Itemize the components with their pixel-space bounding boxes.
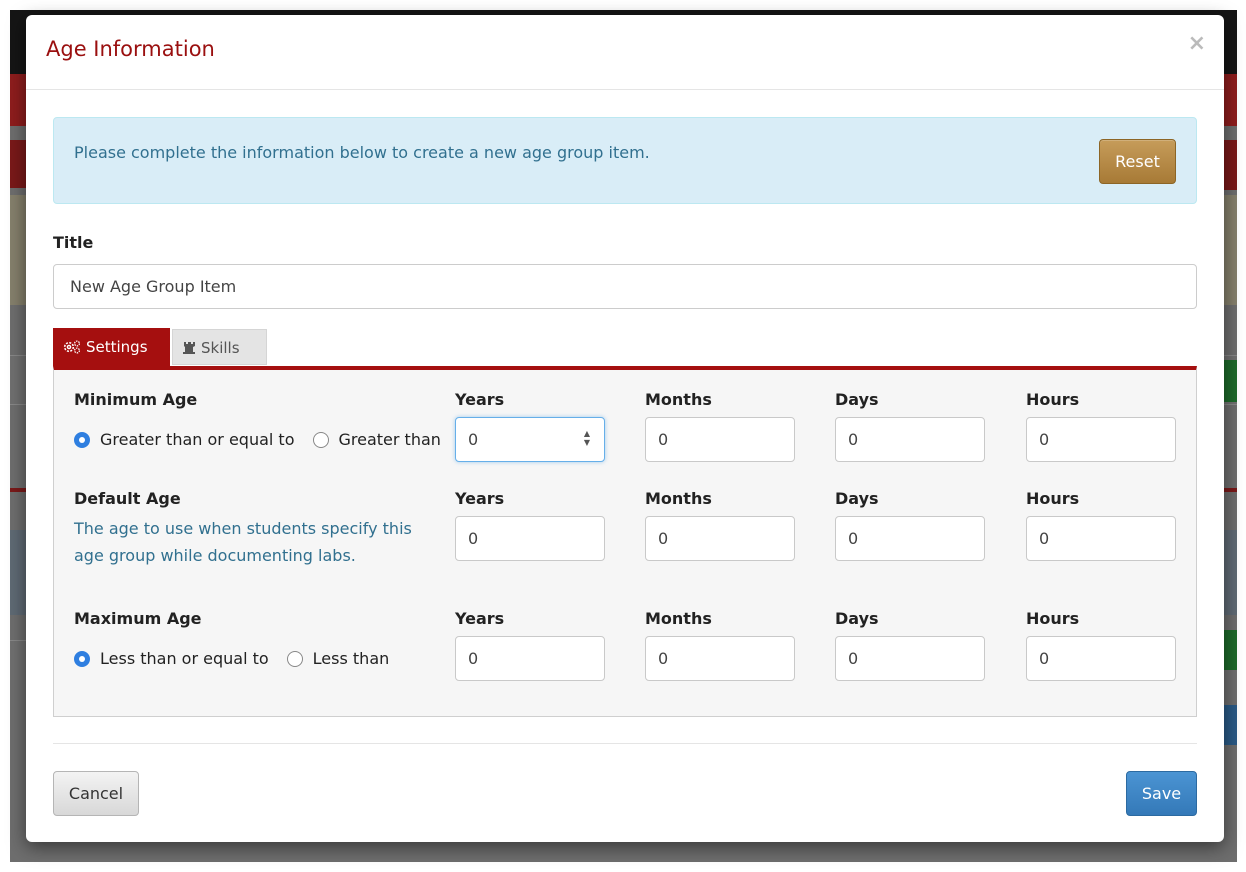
minimum-years-wrapper: ▲▼ <box>455 417 605 462</box>
maximum-days-input[interactable] <box>835 636 985 681</box>
minimum-days-input[interactable] <box>835 417 985 462</box>
minimum-age-options: Greater than or equal to Greater than <box>74 430 459 449</box>
reset-button[interactable]: Reset <box>1099 139 1176 184</box>
alert-text: Please complete the information below to… <box>74 143 650 162</box>
chess-rook-icon <box>183 331 196 367</box>
days-label: Days <box>835 609 879 628</box>
radio-greater-than[interactable] <box>312 431 329 448</box>
tab-settings[interactable]: Settings <box>53 328 170 366</box>
default-hours-input[interactable] <box>1026 516 1176 561</box>
default-age-label: Default Age <box>74 489 181 508</box>
spinner-arrows-icon[interactable]: ▲ ▼ <box>579 429 595 449</box>
default-years-input[interactable] <box>455 516 605 561</box>
settings-panel: Minimum Age Years Months Days Hours Grea… <box>53 366 1197 717</box>
years-label: Years <box>455 489 505 508</box>
radio-greater-than-or-equal[interactable] <box>74 431 90 448</box>
minimum-hours-input[interactable] <box>1026 417 1176 462</box>
age-information-modal: Age Information × Please complete the in… <box>26 15 1224 842</box>
maximum-age-options: Less than or equal to Less than <box>74 649 407 668</box>
maximum-years-input[interactable] <box>455 636 605 681</box>
gears-icon <box>63 329 81 367</box>
maximum-hours-input[interactable] <box>1026 636 1176 681</box>
modal-title: Age Information <box>46 37 215 61</box>
radio-less-than-or-equal[interactable] <box>74 650 90 667</box>
close-icon[interactable]: × <box>1188 33 1206 55</box>
days-label: Days <box>835 489 879 508</box>
title-input[interactable] <box>53 264 1197 309</box>
cancel-button[interactable]: Cancel <box>53 771 139 816</box>
maximum-months-input[interactable] <box>645 636 795 681</box>
radio-less-than[interactable] <box>286 650 303 667</box>
default-months-input[interactable] <box>645 516 795 561</box>
radio-label: Greater than or equal to <box>100 430 295 449</box>
tab-skills-label: Skills <box>201 339 240 357</box>
hours-label: Hours <box>1026 609 1080 628</box>
title-label: Title <box>53 233 94 252</box>
default-age-help-text: The age to use when students specify thi… <box>74 519 412 565</box>
years-label: Years <box>455 609 505 628</box>
maximum-age-label: Maximum Age <box>74 609 202 628</box>
tab-skills[interactable]: Skills <box>172 329 267 365</box>
radio-label: Less than <box>312 649 390 668</box>
months-label: Months <box>645 390 712 409</box>
save-button[interactable]: Save <box>1126 771 1197 816</box>
footer-divider <box>53 743 1197 744</box>
tab-settings-label: Settings <box>86 338 148 356</box>
months-label: Months <box>645 489 712 508</box>
years-label: Years <box>455 390 505 409</box>
hours-label: Hours <box>1026 489 1080 508</box>
radio-label: Less than or equal to <box>100 649 269 668</box>
minimum-months-input[interactable] <box>645 417 795 462</box>
modal-header: Age Information × <box>26 15 1224 90</box>
radio-label: Greater than <box>338 430 441 449</box>
days-label: Days <box>835 390 879 409</box>
months-label: Months <box>645 609 712 628</box>
hours-label: Hours <box>1026 390 1080 409</box>
default-days-input[interactable] <box>835 516 985 561</box>
minimum-age-label: Minimum Age <box>74 390 198 409</box>
info-alert: Please complete the information below to… <box>53 117 1197 204</box>
